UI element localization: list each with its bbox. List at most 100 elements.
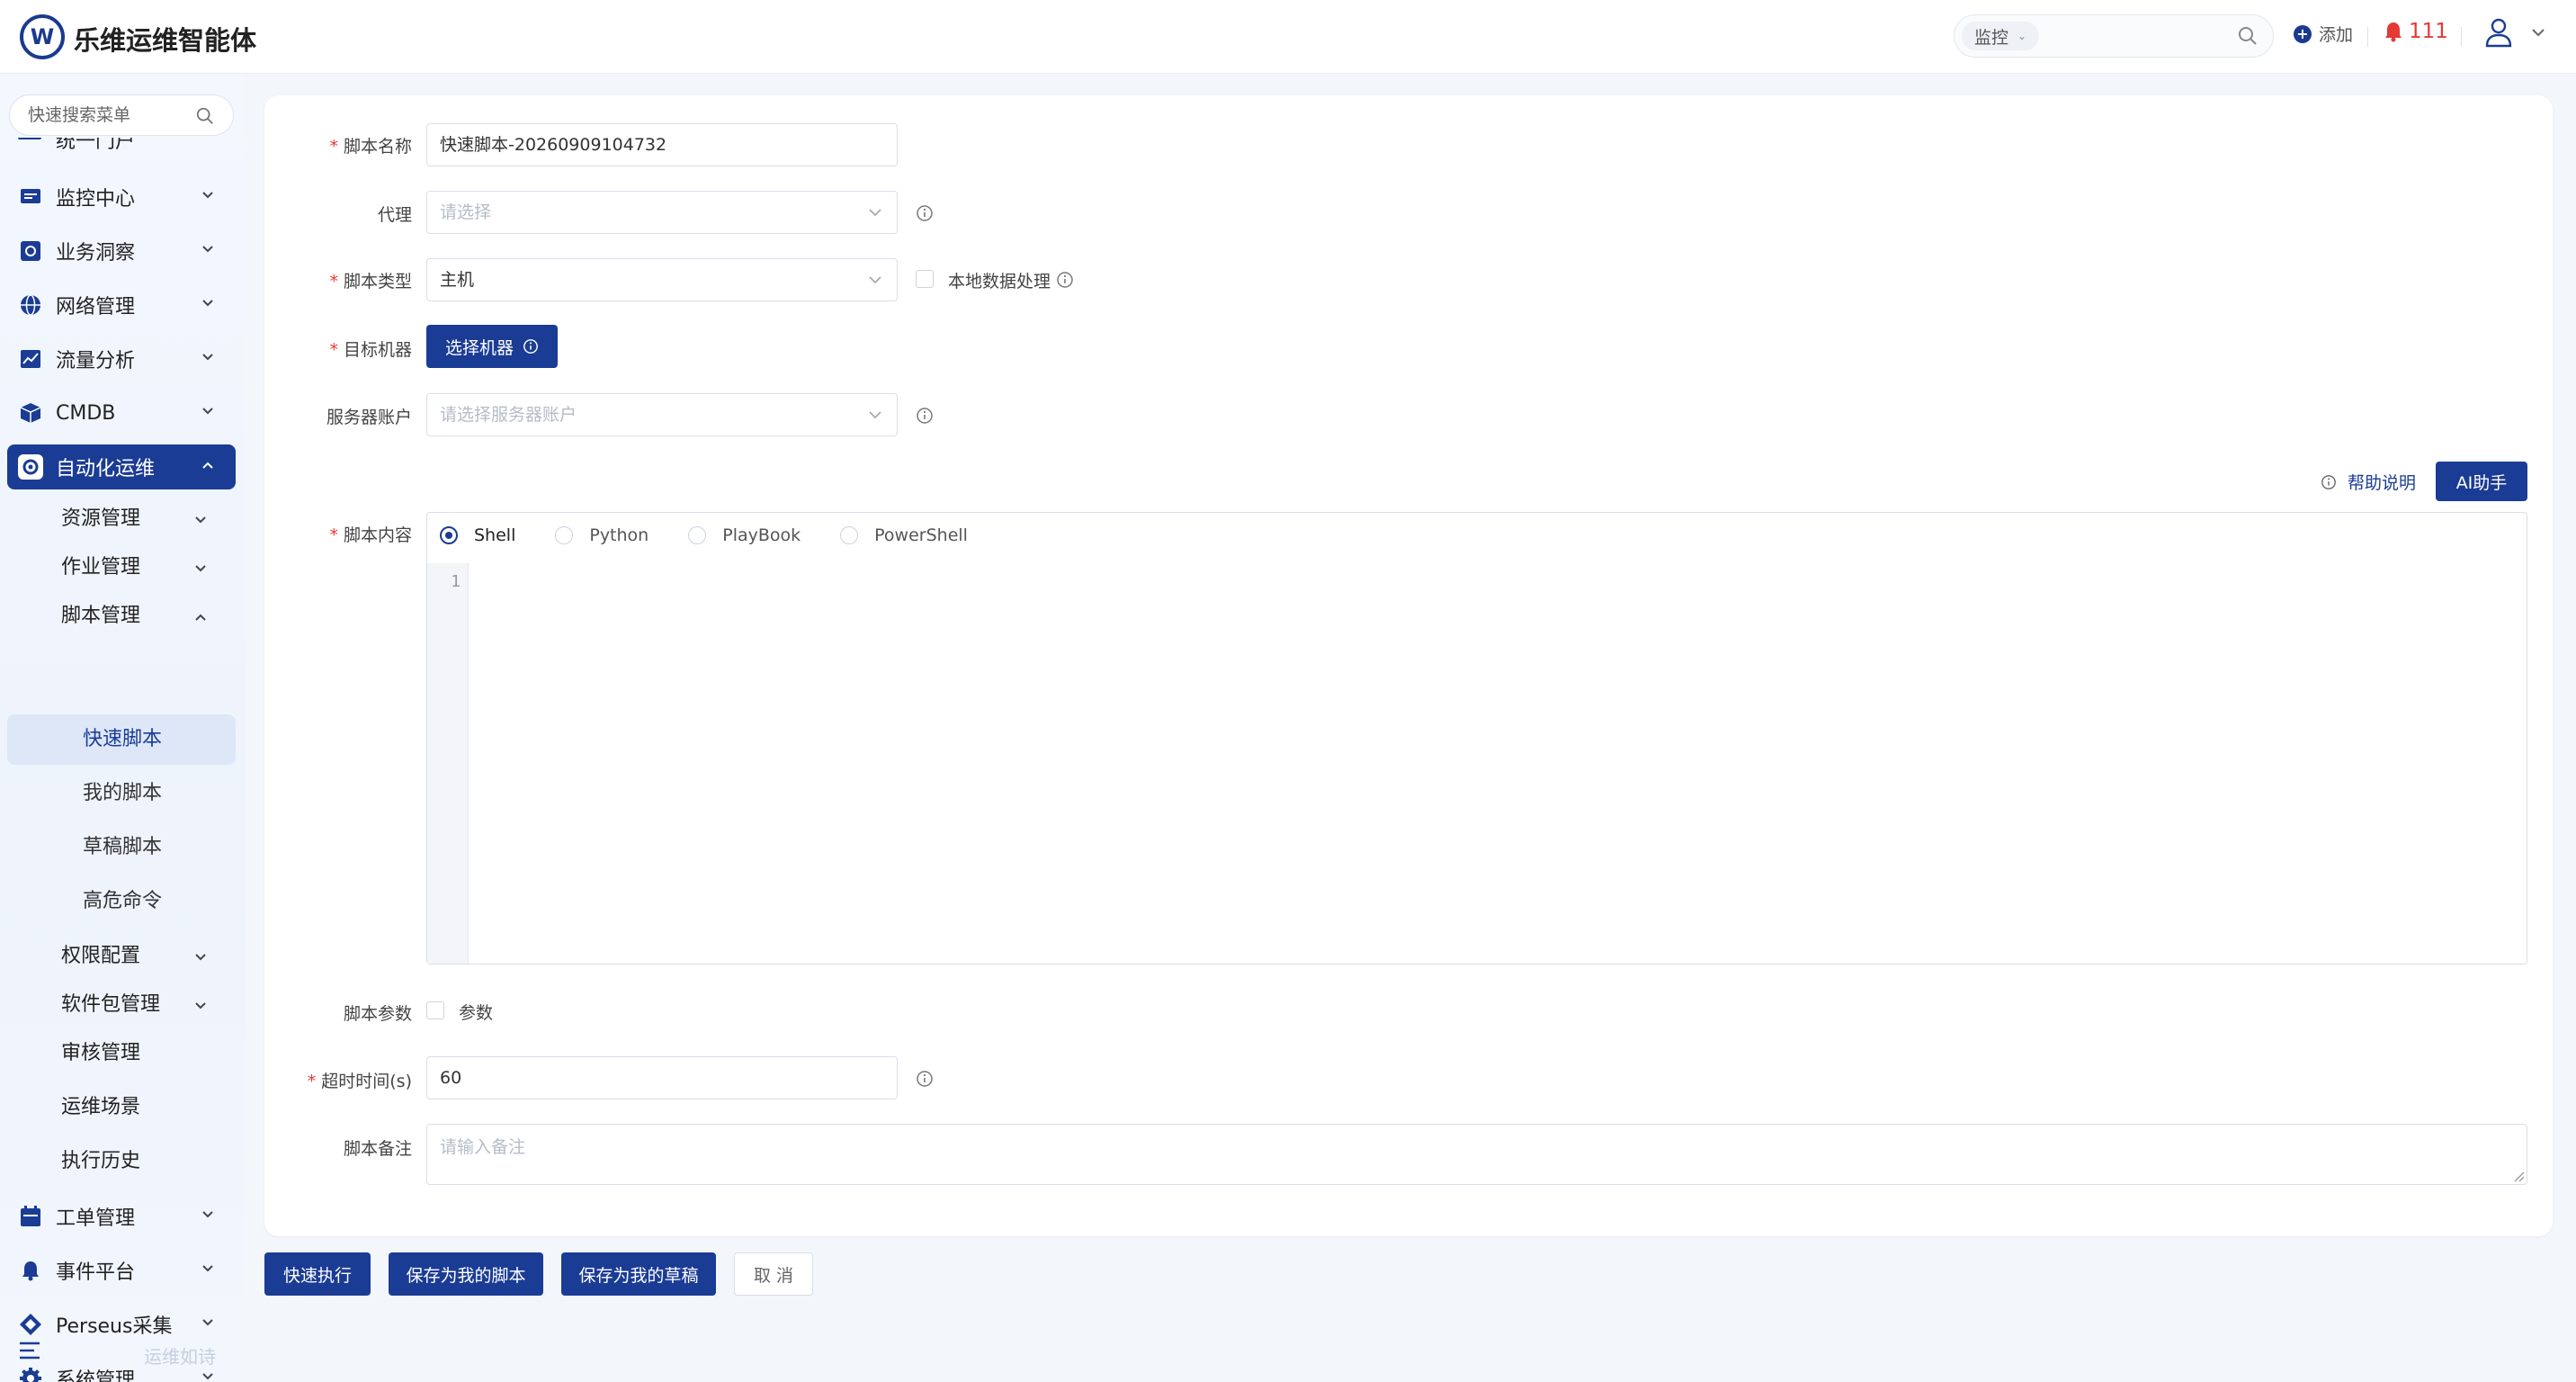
field-label: * 超时时间(s) [241,1068,412,1092]
radio-powershell[interactable]: PowerShell [840,525,968,545]
radio-playbook[interactable]: PlayBook [688,525,801,545]
field-label: * 脚本名称 [241,133,412,157]
radio-label: Shell [474,525,516,545]
script-name-label: 脚本名称 [343,137,412,157]
server-account-placeholder: 请选择服务器账户 [440,405,577,425]
local-data-label: 本地数据处理 [948,272,1051,292]
radio-python[interactable]: Python [555,525,648,545]
sidebar-item-network[interactable]: 网络管理 [7,283,236,328]
sidebar-subitem-label: 审核管理 [61,1042,141,1064]
ai-assistant-button[interactable]: AI助手 [2436,462,2527,501]
app-title: 乐维运维智能体 [74,25,257,56]
insight-icon [18,238,43,264]
sidebar-item-perseus[interactable]: Perseus采集 [7,1302,236,1347]
sidebar-item-traffic[interactable]: 流量分析 [7,337,236,381]
sidebar-item-label: 事件平台 [56,1261,136,1284]
proxy-label: 代理 [377,205,412,225]
sidebar-subitem-script[interactable]: 脚本管理 [61,597,232,636]
sidebar-leaf-draft-script[interactable]: 草稿脚本 [83,825,162,870]
sidebar-item-label: Perseus采集 [56,1315,173,1338]
chevron-up-icon [195,614,206,621]
sidebar-subitem-scenario[interactable]: 运维场景 [61,1088,232,1127]
calendar-icon [18,1204,43,1229]
local-data-checkbox[interactable] [916,270,934,288]
params-checkbox[interactable] [426,1001,444,1019]
sidebar-leaf-my-script[interactable]: 我的脚本 [83,771,162,816]
radio-label: PowerShell [874,525,968,545]
sidebar-subitem-audit[interactable]: 审核管理 [61,1034,232,1073]
bell-icon [2385,22,2402,42]
save-draft-button[interactable]: 保存为我的草稿 [561,1252,716,1296]
radio-button[interactable] [840,526,859,544]
help-link[interactable]: 帮助说明 [2321,470,2416,494]
user-icon[interactable] [2484,16,2513,49]
remark-placeholder: 请输入备注 [440,1137,526,1157]
sidebar-item-event[interactable]: 事件平台 [7,1248,236,1293]
sidebar-leaf-quick-script[interactable]: 快速脚本 [83,717,162,762]
sidebar-item-partial[interactable]: 统一门户 [0,138,245,150]
cube-icon [18,400,43,426]
menu-search-placeholder: 快速搜索菜单 [28,105,131,125]
add-button[interactable]: + 添加 [2294,22,2353,46]
sidebar-subitem-resource[interactable]: 资源管理 [61,499,232,539]
params-checkbox-label: 参数 [459,1003,494,1023]
collapse-menu-icon[interactable] [18,1341,41,1360]
sidebar-item-automation[interactable]: 自动化运维 [7,444,236,489]
chevron-down-icon [195,565,206,572]
save-my-script-button[interactable]: 保存为我的脚本 [389,1252,543,1296]
chevron-up-icon [202,462,213,469]
chevron-down-icon [202,300,213,307]
radio-button[interactable] [688,526,707,544]
app-logo[interactable]: W [20,14,65,59]
search-icon[interactable] [2237,25,2258,47]
sidebar-subitem-history[interactable]: 执行历史 [61,1142,232,1181]
script-editor[interactable]: Shell Python PlayBook PowerShell 1 [426,512,2527,965]
resize-handle-icon[interactable] [2512,1170,2525,1182]
timeout-input[interactable]: 60 [426,1056,898,1099]
sidebar-leaf-high-risk[interactable]: 高危命令 [83,879,162,924]
sidebar-item-insight[interactable]: 业务洞察 [7,229,236,274]
info-icon[interactable] [916,204,934,222]
diamond-icon [18,1312,43,1337]
info-icon[interactable] [916,407,934,425]
sidebar-fade [0,150,245,159]
server-account-label: 服务器账户 [326,408,412,427]
sidebar-item-ticket[interactable]: 工单管理 [7,1194,236,1239]
script-params-label: 脚本参数 [343,1004,412,1024]
info-icon[interactable] [916,1070,934,1088]
sidebar-item-monitor[interactable]: 监控中心 [7,175,236,220]
search-scope-select[interactable]: 监控 ⌄ [1962,22,2039,50]
search-icon[interactable] [195,106,215,126]
global-search[interactable]: 监控 ⌄ [1954,14,2274,58]
sidebar-item-label: 流量分析 [56,350,136,372]
info-icon[interactable] [1056,271,1074,289]
script-type-select[interactable]: 主机 [426,258,898,301]
sidebar-subitem-label: 执行历史 [61,1150,141,1172]
sidebar-item-label: 自动化运维 [56,458,156,480]
search-scope-label: 监控 [1974,27,2009,48]
sidebar-subitem-package[interactable]: 软件包管理 [61,985,232,1025]
select-machine-label: 选择机器 [444,337,514,358]
chevron-down-icon [195,1002,206,1010]
proxy-select[interactable]: 请选择 [426,191,898,234]
chevron-down-icon[interactable] [2531,27,2545,38]
script-name-input[interactable]: 快速脚本-20260909104732 [426,123,898,166]
alarm-button[interactable]: 111 [2384,20,2448,43]
cancel-button[interactable]: 取 消 [734,1252,813,1296]
target-label: 目标机器 [343,340,412,360]
sidebar-subitem-permission[interactable]: 权限配置 [61,937,232,976]
sidebar-item-cmdb[interactable]: CMDB [7,390,236,435]
remark-textarea[interactable]: 请输入备注 [426,1124,2527,1185]
chevron-down-icon [202,1211,213,1218]
radio-shell[interactable]: Shell [440,525,515,545]
quick-run-button[interactable]: 快速执行 [264,1252,371,1296]
server-account-select[interactable]: 请选择服务器账户 [426,393,898,436]
radio-button[interactable] [555,526,574,544]
menu-search-input[interactable]: 快速搜索菜单 [9,94,234,136]
script-type-value: 主机 [440,270,475,290]
top-header: W 乐维运维智能体 监控 ⌄ + 添加 111 [0,0,2576,74]
radio-button[interactable] [440,526,458,544]
select-machine-button[interactable]: 选择机器 [426,325,558,368]
sidebar-subitem-job[interactable]: 作业管理 [61,548,232,588]
sidebar-item-label: 系统管理 [56,1369,136,1382]
